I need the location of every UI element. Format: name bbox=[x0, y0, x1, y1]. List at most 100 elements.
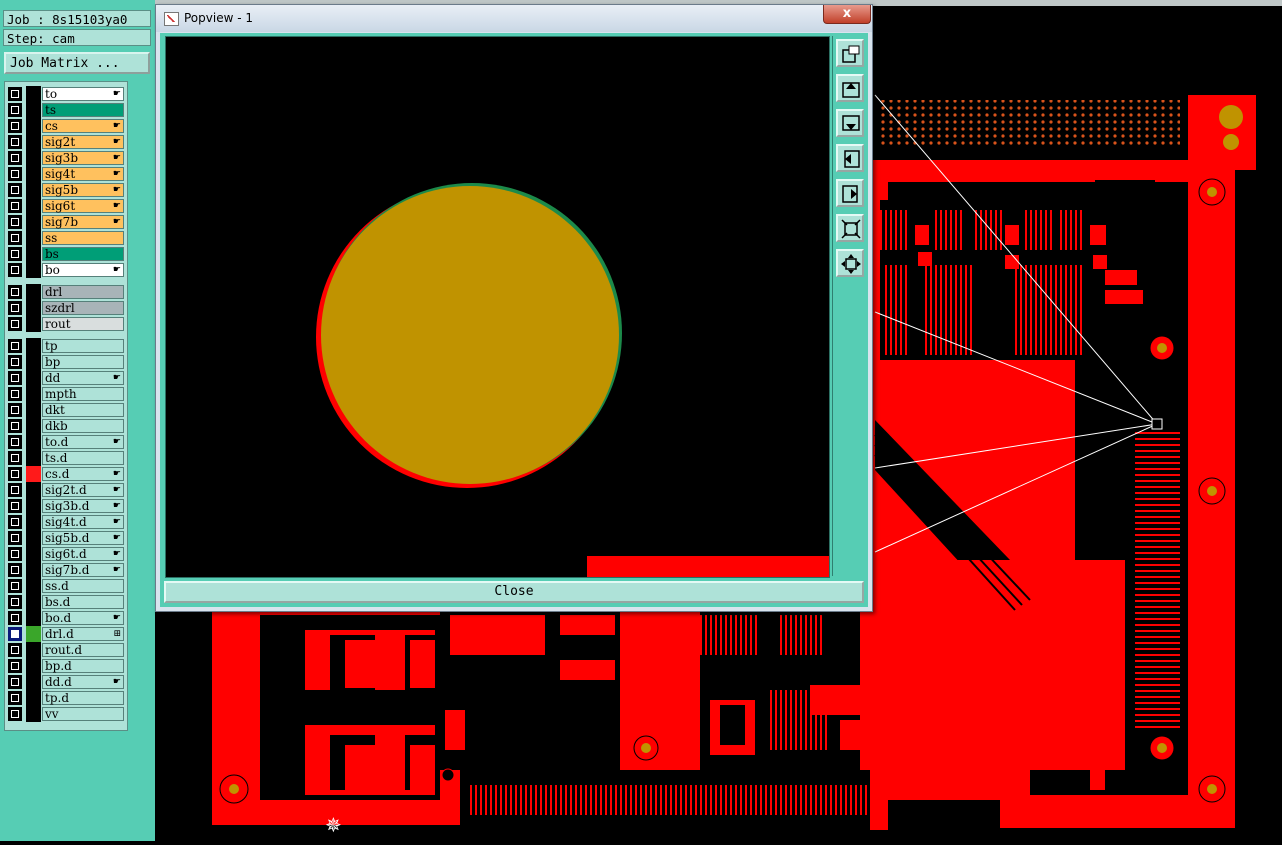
layer-name[interactable]: rout bbox=[42, 317, 124, 331]
layer-name[interactable]: sig7b.d ☛ bbox=[42, 563, 124, 577]
layer-name[interactable]: sig3b.d ☛ bbox=[42, 499, 124, 513]
layer-row[interactable]: drl bbox=[5, 284, 129, 300]
layer-checkbox[interactable] bbox=[8, 87, 22, 101]
layer-row[interactable]: mpth bbox=[5, 386, 129, 402]
layer-name[interactable]: ss.d bbox=[42, 579, 124, 593]
layer-row[interactable]: sig5b.d ☛ bbox=[5, 530, 129, 546]
layer-checkbox[interactable] bbox=[8, 499, 22, 513]
layer-checkbox[interactable] bbox=[8, 531, 22, 545]
layer-row[interactable]: sig3b.d ☛ bbox=[5, 498, 129, 514]
layer-row[interactable]: sig7b.d ☛ bbox=[5, 562, 129, 578]
layer-checkbox[interactable] bbox=[8, 707, 22, 721]
layer-name[interactable]: cs ☛ bbox=[42, 119, 124, 133]
layer-row[interactable]: cs.d ☛ bbox=[5, 466, 129, 482]
layer-row[interactable]: sig2t.d ☛ bbox=[5, 482, 129, 498]
layer-row[interactable]: sig7b ☛ bbox=[5, 214, 129, 230]
layer-name[interactable]: to.d ☛ bbox=[42, 435, 124, 449]
layer-row[interactable]: to ☛ bbox=[5, 86, 129, 102]
layer-checkbox[interactable] bbox=[8, 691, 22, 705]
layer-checkbox[interactable] bbox=[8, 199, 22, 213]
layer-row[interactable]: rout.d bbox=[5, 642, 129, 658]
layer-checkbox[interactable] bbox=[8, 371, 22, 385]
layer-checkbox[interactable] bbox=[8, 103, 22, 117]
layer-name[interactable]: sig5b ☛ bbox=[42, 183, 124, 197]
layer-row[interactable]: sig3b ☛ bbox=[5, 150, 129, 166]
layer-row[interactable]: sig4t.d ☛ bbox=[5, 514, 129, 530]
layer-row[interactable]: sig2t ☛ bbox=[5, 134, 129, 150]
zoom-window-button[interactable] bbox=[836, 39, 864, 67]
layer-checkbox[interactable] bbox=[8, 675, 22, 689]
layer-checkbox[interactable] bbox=[8, 339, 22, 353]
layer-name[interactable]: mpth bbox=[42, 387, 124, 401]
layer-row[interactable]: bp.d bbox=[5, 658, 129, 674]
layer-row[interactable]: bp bbox=[5, 354, 129, 370]
layer-checkbox[interactable] bbox=[8, 301, 22, 315]
layer-name[interactable]: bs bbox=[42, 247, 124, 261]
layer-checkbox[interactable] bbox=[8, 451, 22, 465]
layer-row[interactable]: sig4t ☛ bbox=[5, 166, 129, 182]
layer-name[interactable]: sig5b.d ☛ bbox=[42, 531, 124, 545]
pan-down-button[interactable] bbox=[836, 109, 864, 137]
layer-row[interactable]: vv bbox=[5, 706, 129, 722]
layer-checkbox[interactable] bbox=[8, 467, 22, 481]
layer-checkbox[interactable] bbox=[8, 643, 22, 657]
layer-name[interactable]: cs.d ☛ bbox=[42, 467, 124, 481]
layer-name[interactable]: sig6t.d ☛ bbox=[42, 547, 124, 561]
layer-row[interactable]: ts bbox=[5, 102, 129, 118]
layer-checkbox[interactable] bbox=[8, 285, 22, 299]
popview-titlebar[interactable]: Popview - 1 x bbox=[156, 5, 872, 32]
layer-name[interactable]: dkb bbox=[42, 419, 124, 433]
layer-name[interactable]: ts bbox=[42, 103, 124, 117]
job-matrix-button[interactable]: Job Matrix ... bbox=[4, 52, 150, 74]
layer-checkbox[interactable] bbox=[8, 167, 22, 181]
layer-name[interactable]: sig4t.d ☛ bbox=[42, 515, 124, 529]
layer-checkbox[interactable] bbox=[8, 263, 22, 277]
layer-row[interactable]: sig6t ☛ bbox=[5, 198, 129, 214]
layer-row[interactable]: rout bbox=[5, 316, 129, 332]
layer-checkbox[interactable] bbox=[8, 403, 22, 417]
layer-row[interactable]: to.d ☛ bbox=[5, 434, 129, 450]
layer-checkbox[interactable] bbox=[8, 579, 22, 593]
layer-row[interactable]: dkb bbox=[5, 418, 129, 434]
layer-row[interactable]: bs bbox=[5, 246, 129, 262]
layer-row[interactable]: cs ☛ bbox=[5, 118, 129, 134]
window-close-button[interactable]: x bbox=[823, 5, 871, 24]
layer-row[interactable]: dkt bbox=[5, 402, 129, 418]
layer-checkbox[interactable] bbox=[8, 547, 22, 561]
pan-left-button[interactable] bbox=[836, 144, 864, 172]
layer-name[interactable]: sig7b ☛ bbox=[42, 215, 124, 229]
layer-checkbox[interactable] bbox=[8, 515, 22, 529]
layer-checkbox[interactable] bbox=[8, 215, 22, 229]
layer-row[interactable]: tp.d bbox=[5, 690, 129, 706]
layer-name[interactable]: bo.d ☛ bbox=[42, 611, 124, 625]
layer-checkbox[interactable] bbox=[8, 595, 22, 609]
layer-name[interactable]: rout.d bbox=[42, 643, 124, 657]
layer-row[interactable]: sig6t.d ☛ bbox=[5, 546, 129, 562]
layer-checkbox[interactable] bbox=[8, 659, 22, 673]
layer-checkbox[interactable] bbox=[8, 611, 22, 625]
layer-row[interactable]: bs.d bbox=[5, 594, 129, 610]
layer-name[interactable]: bs.d bbox=[42, 595, 124, 609]
layer-name[interactable]: sig2t ☛ bbox=[42, 135, 124, 149]
layer-checkbox[interactable] bbox=[8, 119, 22, 133]
layer-checkbox[interactable] bbox=[8, 183, 22, 197]
popview-canvas[interactable] bbox=[165, 36, 830, 578]
layer-row[interactable]: ss bbox=[5, 230, 129, 246]
zoom-center-button[interactable] bbox=[836, 249, 864, 277]
layer-name[interactable]: ts.d bbox=[42, 451, 124, 465]
layer-name[interactable]: bo ☛ bbox=[42, 263, 124, 277]
layer-checkbox[interactable] bbox=[8, 151, 22, 165]
layer-checkbox[interactable] bbox=[8, 231, 22, 245]
layer-name[interactable]: bp bbox=[42, 355, 124, 369]
layer-checkbox[interactable] bbox=[8, 387, 22, 401]
layer-name[interactable]: sig4t ☛ bbox=[42, 167, 124, 181]
layer-row[interactable]: bo ☛ bbox=[5, 262, 129, 278]
layer-name[interactable]: sig6t ☛ bbox=[42, 199, 124, 213]
layer-checkbox[interactable] bbox=[8, 435, 22, 449]
layer-row[interactable]: tp bbox=[5, 338, 129, 354]
layer-row[interactable]: drl.d ⊞ bbox=[5, 626, 129, 642]
layer-name[interactable]: sig3b ☛ bbox=[42, 151, 124, 165]
layer-checkbox[interactable] bbox=[8, 355, 22, 369]
layer-checkbox[interactable] bbox=[8, 135, 22, 149]
pan-up-button[interactable] bbox=[836, 74, 864, 102]
